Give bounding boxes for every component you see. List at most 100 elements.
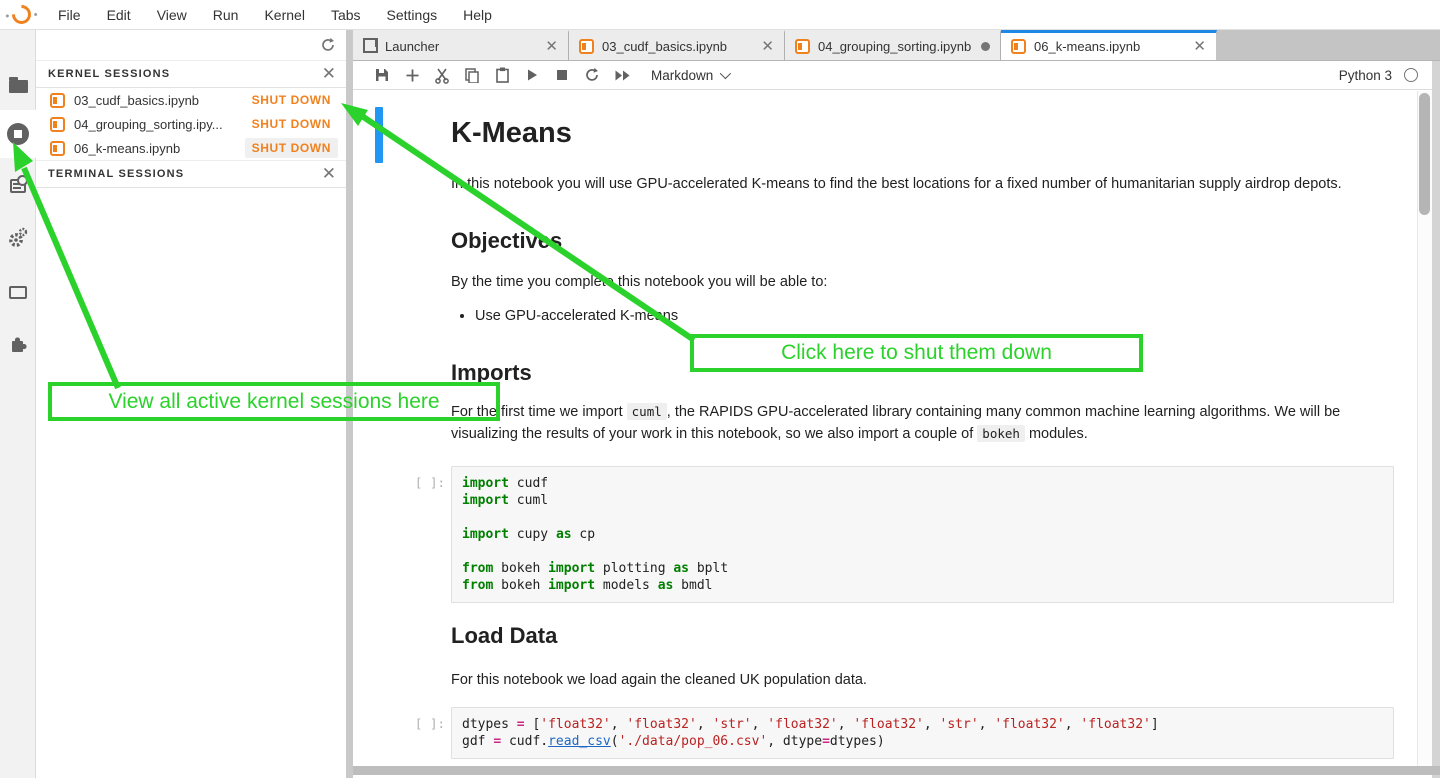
kernel-indicator[interactable]: Python 3 [1339, 68, 1418, 83]
markdown-heading: Load Data [451, 623, 1394, 649]
notebook-icon [50, 117, 65, 132]
close-tab-icon[interactable]: ✕ [761, 39, 774, 54]
code-line: from bokeh import models as bmdl [462, 577, 1383, 594]
shutdown-button[interactable]: SHUT DOWN [245, 114, 338, 134]
shutdown-button[interactable]: SHUT DOWN [245, 138, 338, 158]
kernel-sessions-header: KERNEL SESSIONS ✕ [36, 60, 346, 88]
notebook-icon [795, 39, 810, 54]
sidebar-item-file-browser[interactable] [0, 62, 36, 110]
cell-prompt [405, 623, 451, 649]
code-cell-editor[interactable]: dtypes = ['float32', 'float32', 'str', '… [451, 707, 1394, 759]
dock-tab-bar: Launcher✕ 03_cudf_basics.ipynb ✕ 04_groupin… [353, 30, 1440, 61]
markdown-cell-row: Load Data [405, 623, 1394, 649]
tab-06-k-means-ipynb[interactable]: 06_k-means.ipynb ✕ [1001, 30, 1217, 60]
menu-item-kernel[interactable]: Kernel [251, 0, 317, 30]
cell-body: For the first time we import cuml, the R… [451, 401, 1394, 445]
tab-launcher[interactable]: Launcher✕ [353, 30, 569, 60]
markdown-cell-row: Use GPU-accelerated K-means [405, 306, 1394, 327]
tab-label: 04_grouping_sorting.ipynb [818, 39, 973, 54]
close-all-terminals-icon[interactable]: ✕ [322, 166, 336, 183]
cell-body: K-Means [451, 116, 1394, 150]
code-cell-editor[interactable]: import cudfimport cuml import cupy as cp… [451, 466, 1394, 603]
cell-body: In this notebook you will use GPU-accele… [451, 174, 1394, 195]
cut-cells-button[interactable] [427, 62, 457, 88]
refresh-icon[interactable] [320, 37, 336, 53]
jupyterlab-window: FileEditViewRunKernelTabsSettingsHelp [0, 0, 1440, 778]
close-all-kernels-icon[interactable]: ✕ [322, 66, 336, 83]
code-line: from bokeh import plotting as bplt [462, 560, 1383, 577]
code-cell-row: [ ]:dtypes = ['float32', 'float32', 'str… [405, 707, 1394, 759]
restart-run-all-button[interactable] [607, 62, 637, 88]
running-sessions-icon [7, 123, 29, 145]
kernel-session-name: 06_k-means.ipynb [74, 141, 245, 156]
inline-code: cuml [627, 403, 667, 420]
markdown-cell-row: In this notebook you will use GPU-accele… [405, 174, 1394, 195]
terminal-sessions-header: TERMINAL SESSIONS ✕ [36, 160, 346, 188]
cell-prompt [405, 360, 451, 386]
menu-item-settings[interactable]: Settings [374, 0, 451, 30]
sidebar-item-property-inspector[interactable] [0, 162, 36, 210]
cell-body: By the time you complete this notebook y… [451, 272, 1394, 293]
launcher-icon [363, 39, 377, 53]
cell-type-dropdown[interactable]: Markdown [651, 68, 728, 83]
menu-item-view[interactable]: View [144, 0, 200, 30]
menu-item-edit[interactable]: Edit [94, 0, 144, 30]
cell-body: dtypes = ['float32', 'float32', 'str', '… [451, 707, 1394, 759]
tab-label: 06_k-means.ipynb [1034, 39, 1185, 54]
add-cell-button[interactable] [397, 62, 427, 88]
markdown-cell-row: For this notebook we load again the clea… [405, 670, 1394, 691]
kernel-status-icon [1404, 68, 1418, 82]
restart-kernel-button[interactable] [577, 62, 607, 88]
cell-prompt: [ ]: [405, 707, 451, 759]
markdown-cell-row: Imports [405, 360, 1394, 386]
inline-code: bokeh [977, 425, 1025, 442]
notebook-cells: K-Means In this notebook you will use GPU… [353, 90, 1432, 766]
shutdown-button[interactable]: SHUT DOWN [245, 90, 338, 110]
active-cell-collapser[interactable] [375, 107, 383, 163]
menu-item-tabs[interactable]: Tabs [318, 0, 374, 30]
kernel-name: Python 3 [1339, 68, 1392, 83]
jupyter-logo-icon [8, 1, 35, 28]
markdown-paragraph: In this notebook you will use GPU-accele… [451, 174, 1394, 195]
sidebar-item-open-tabs[interactable] [0, 268, 36, 316]
running-sessions-panel: KERNEL SESSIONS ✕ 03_cudf_basics.ipynbSH… [36, 30, 346, 778]
inspector-icon [10, 179, 26, 193]
menu-item-help[interactable]: Help [450, 0, 505, 30]
copy-cells-button[interactable] [457, 62, 487, 88]
cell-prompt: [ ]: [405, 466, 451, 603]
paste-cells-button[interactable] [487, 62, 517, 88]
cell-prompt [405, 306, 451, 327]
sidebar-item-settings[interactable] [0, 214, 36, 262]
sidebar-item-running-sessions[interactable] [0, 110, 36, 158]
vertical-scrollbar-thumb[interactable] [1419, 93, 1430, 215]
markdown-paragraph: By the time you complete this notebook y… [451, 272, 1394, 293]
notebook-toolbar: Markdown Python 3 [353, 61, 1432, 90]
close-tab-icon[interactable]: ✕ [545, 39, 558, 54]
cell-prompt [405, 272, 451, 293]
menu-item-run[interactable]: Run [200, 0, 252, 30]
cell-body: import cudfimport cuml import cupy as cp… [451, 466, 1394, 603]
unsaved-dot-icon [981, 42, 990, 51]
gears-icon [7, 227, 29, 249]
panel-divider[interactable] [346, 30, 353, 778]
close-tab-icon[interactable]: ✕ [1193, 39, 1206, 54]
horizontal-scrollbar-thumb[interactable] [353, 766, 1440, 775]
stop-kernel-button[interactable] [547, 62, 577, 88]
markdown-list: Use GPU-accelerated K-means [475, 306, 1394, 327]
markdown-paragraph: For the first time we import cuml, the R… [451, 401, 1394, 445]
cell-body: Imports [451, 360, 1394, 386]
run-cell-button[interactable] [517, 62, 547, 88]
cell-prompt [405, 401, 451, 445]
markdown-cell-row: K-Means [405, 116, 1394, 150]
save-button[interactable] [367, 62, 397, 88]
sidebar-icon-strip [0, 30, 36, 778]
tab-label: 03_cudf_basics.ipynb [602, 39, 753, 54]
menu-item-file[interactable]: File [45, 0, 94, 30]
folder-icon [9, 80, 28, 93]
tab-04-grouping-sorting-ipynb[interactable]: 04_grouping_sorting.ipynb [785, 30, 1001, 60]
tab-03-cudf-basics-ipynb[interactable]: 03_cudf_basics.ipynb ✕ [569, 30, 785, 60]
sidebar-item-extension-manager[interactable] [0, 320, 36, 368]
kernel-session-name: 03_cudf_basics.ipynb [74, 93, 245, 108]
markdown-list-item: Use GPU-accelerated K-means [475, 306, 1394, 327]
code-line: import cupy as cp [462, 526, 1383, 543]
